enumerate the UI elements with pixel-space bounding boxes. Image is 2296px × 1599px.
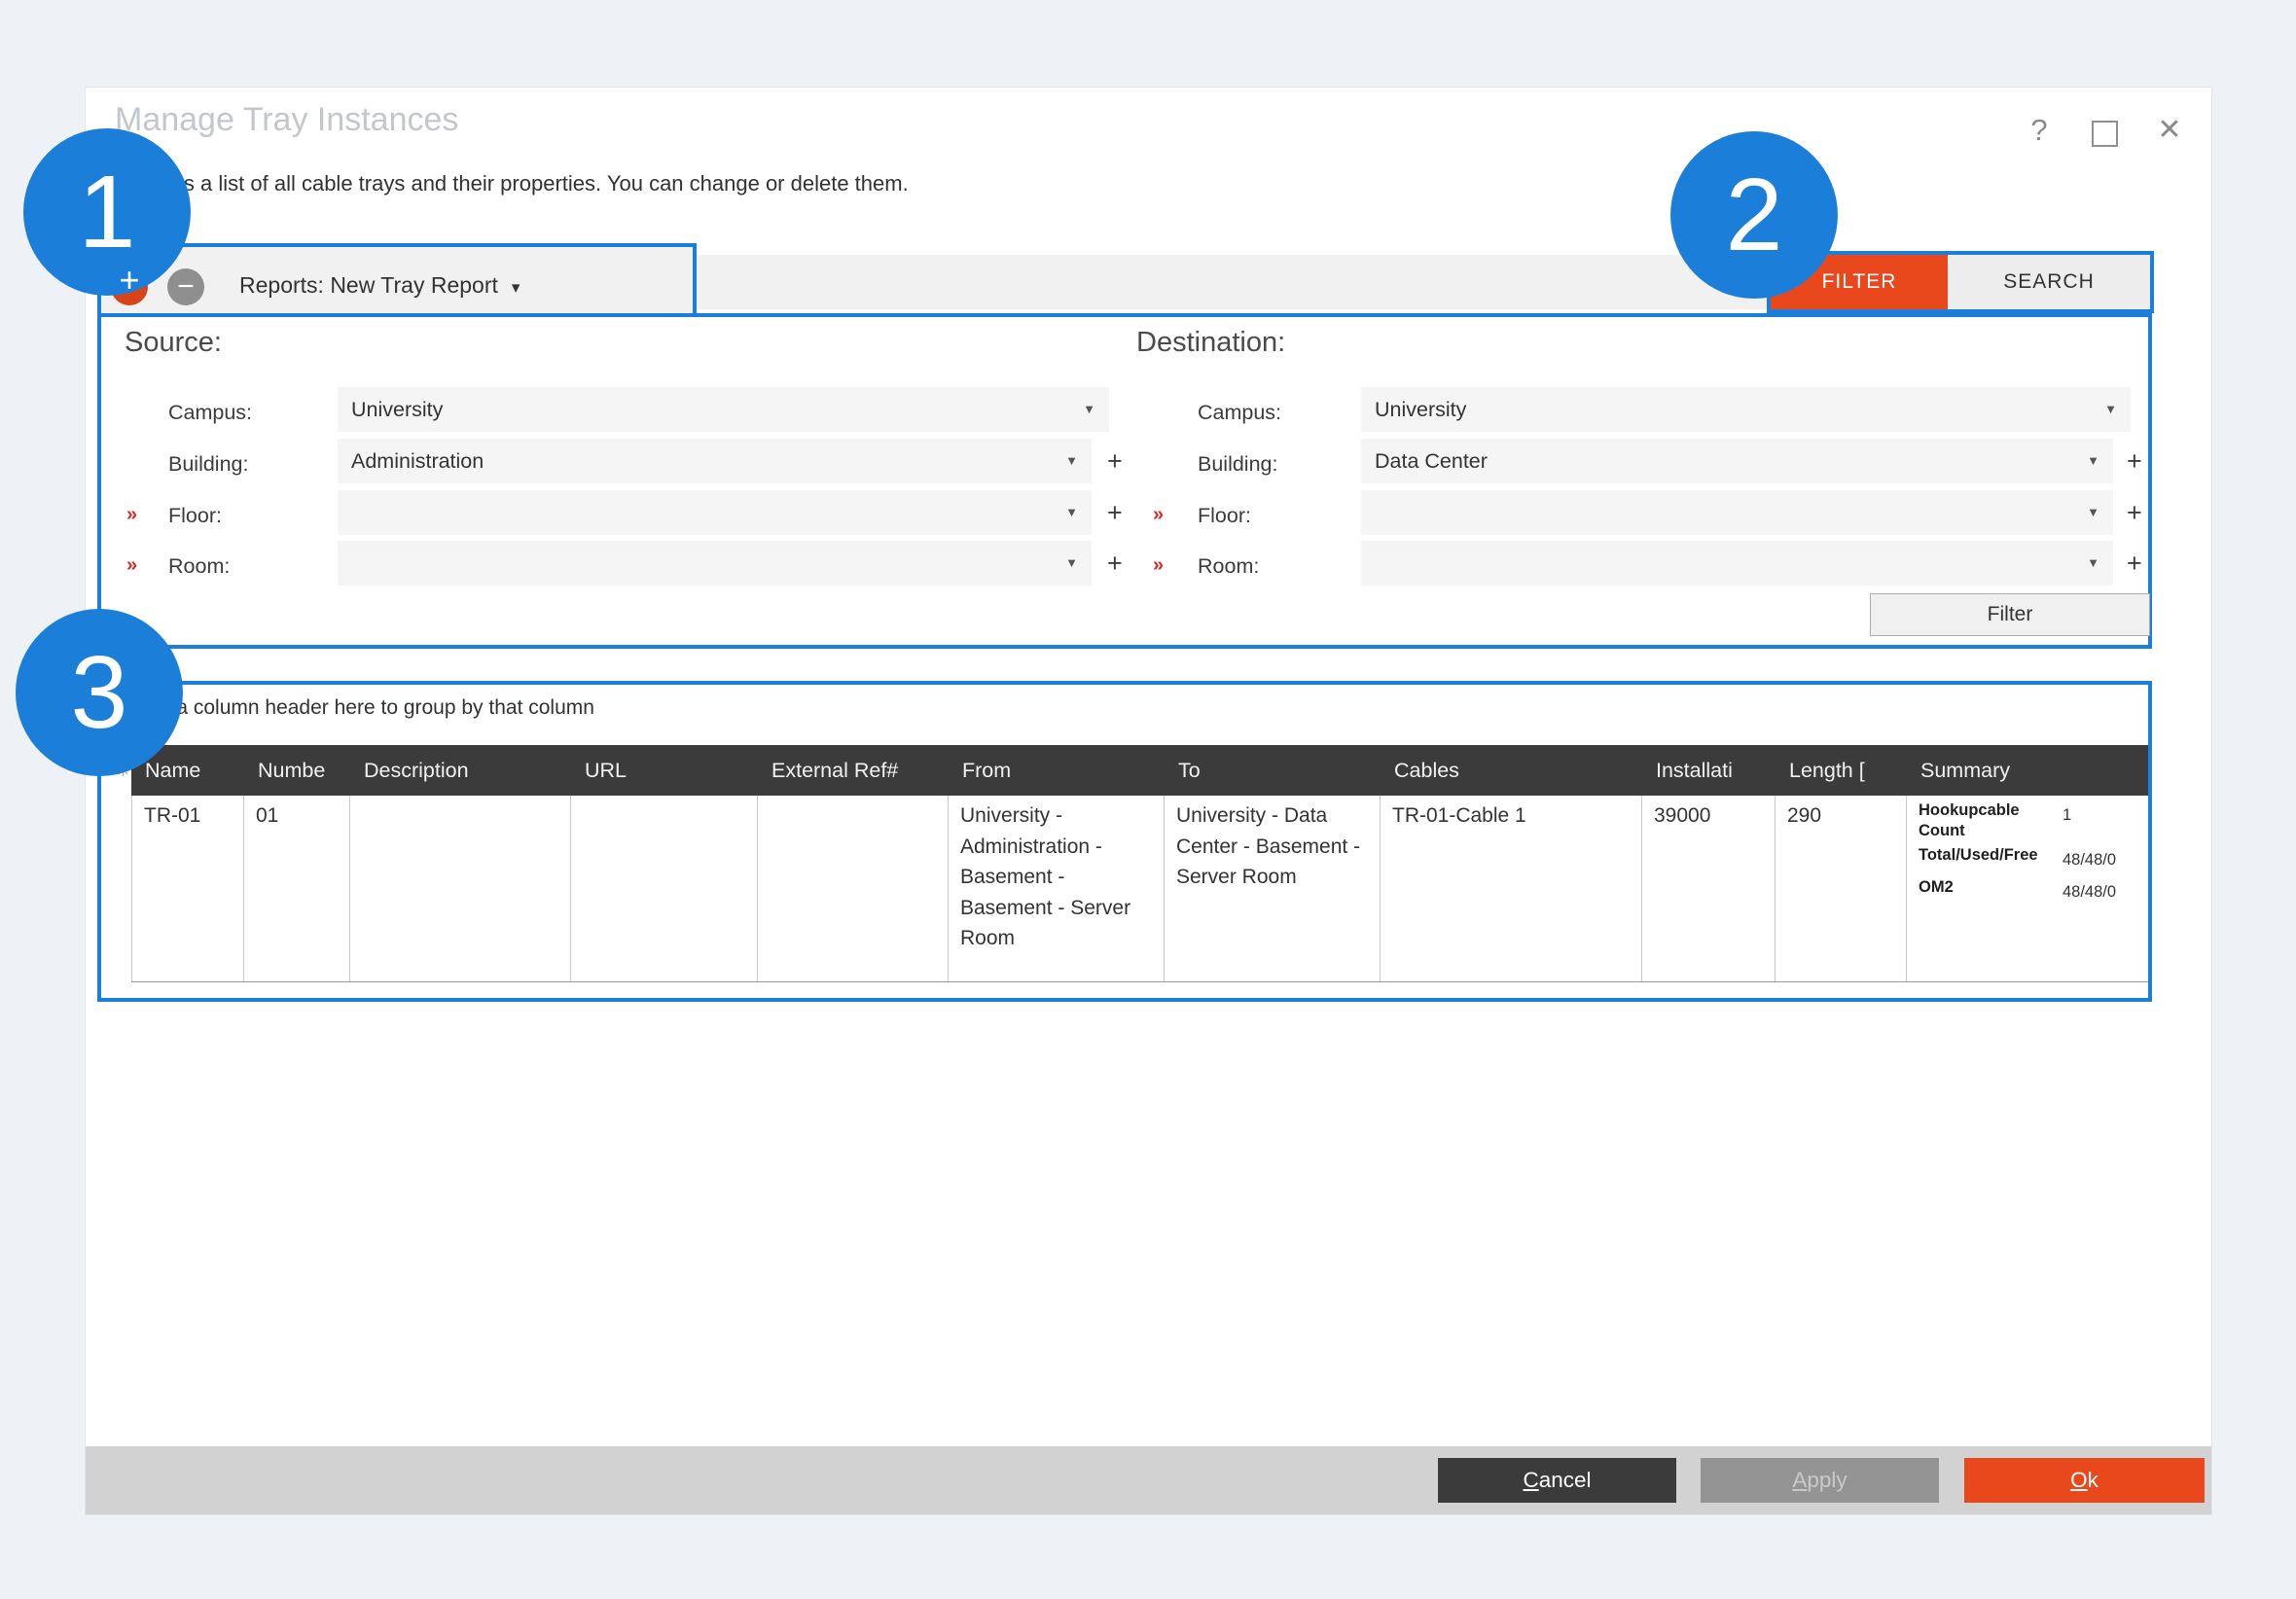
summary-label: Total/Used/Free xyxy=(1919,845,2063,872)
source-floor-select[interactable]: ▼ xyxy=(338,490,1092,535)
destination-building-value: Data Center xyxy=(1375,439,1488,483)
cell-name: TR-01 xyxy=(131,796,244,981)
table-header-row: Name Numbe Description URL External Ref#… xyxy=(131,745,2148,796)
remove-report-button[interactable]: − xyxy=(167,268,204,305)
dropdown-arrow-icon: ▼ xyxy=(2104,387,2117,432)
column-header-number[interactable]: Numbe xyxy=(244,745,350,796)
cell-cables: TR-01-Cable 1 xyxy=(1381,796,1642,981)
column-header-cables[interactable]: Cables xyxy=(1381,745,1642,796)
cell-summary: Hookupcable Count 1 Total/Used/Free 48/4… xyxy=(1907,796,2148,981)
add-report-plus-icon: + xyxy=(100,251,159,309)
apply-button[interactable]: Apply xyxy=(1701,1458,1939,1503)
destination-floor-label: Floor: xyxy=(1198,504,1251,528)
destination-heading: Destination: xyxy=(1136,327,1285,359)
dropdown-arrow-icon: ▼ xyxy=(2087,541,2099,586)
summary-value: 48/48/0 xyxy=(2063,845,2116,872)
summary-value: 1 xyxy=(2063,800,2071,840)
source-floor-label: Floor: xyxy=(168,504,222,528)
cell-description xyxy=(350,796,571,981)
mode-toggle-group: FILTER SEARCH xyxy=(1767,251,2154,313)
summary-line: OM2 48/48/0 xyxy=(1919,877,2138,905)
ok-button[interactable]: Ok xyxy=(1964,1458,2205,1503)
column-header-from[interactable]: From xyxy=(949,745,1165,796)
add-floor-icon[interactable]: + xyxy=(1107,490,1123,535)
tray-table-region: Drag a column header here to group by th… xyxy=(97,681,2152,1002)
dropdown-arrow-icon: ▼ xyxy=(1065,490,1078,535)
dropdown-arrow-icon: ▼ xyxy=(1083,387,1095,432)
summary-value: 48/48/0 xyxy=(2063,877,2116,905)
desktop-background: Manage Tray Instances ? ✕ Below is a lis… xyxy=(0,0,2296,1599)
add-floor-icon[interactable]: + xyxy=(2127,490,2142,535)
column-header-description[interactable]: Description xyxy=(350,745,571,796)
column-header-to[interactable]: To xyxy=(1165,745,1381,796)
cell-to: University - Data Center - Basement - Se… xyxy=(1165,796,1381,981)
source-campus-select[interactable]: University ▼ xyxy=(338,387,1109,432)
source-room-select[interactable]: ▼ xyxy=(338,541,1092,586)
column-header-summary[interactable]: Summary xyxy=(1907,745,2148,796)
search-mode-button[interactable]: SEARCH xyxy=(1948,255,2150,309)
cell-length: 290 xyxy=(1776,796,1907,981)
callout-badge-3: 3 xyxy=(16,609,183,776)
summary-label: Hookupcable Count xyxy=(1919,800,2063,840)
cell-url xyxy=(571,796,758,981)
dropdown-arrow-icon: ▼ xyxy=(1065,541,1078,586)
source-building-value: Administration xyxy=(351,439,484,483)
apply-filter-button[interactable]: Filter xyxy=(1870,593,2150,636)
required-marker-icon: » xyxy=(126,554,137,577)
dropdown-arrow-icon: ▼ xyxy=(1065,439,1078,483)
destination-campus-label: Campus: xyxy=(1198,401,1281,425)
cell-external-ref xyxy=(758,796,949,981)
dropdown-arrow-icon: ▼ xyxy=(2087,439,2099,483)
cell-from: University - Administration - Basement -… xyxy=(949,796,1165,981)
close-icon[interactable]: ✕ xyxy=(2150,113,2189,147)
help-icon[interactable]: ? xyxy=(2020,113,2059,148)
summary-label: OM2 xyxy=(1919,877,2063,905)
source-campus-value: University xyxy=(351,387,443,432)
destination-room-select[interactable]: ▼ xyxy=(1361,541,2113,586)
add-room-icon[interactable]: + xyxy=(1107,541,1123,586)
destination-building-select[interactable]: Data Center ▼ xyxy=(1361,439,2113,483)
column-header-url[interactable]: URL xyxy=(571,745,758,796)
group-by-drop-zone[interactable]: Drag a column header here to group by th… xyxy=(126,696,594,720)
dialog-subtitle: Below is a list of all cable trays and t… xyxy=(115,171,909,196)
summary-line: Hookupcable Count 1 xyxy=(1919,800,2138,840)
destination-campus-select[interactable]: University ▼ xyxy=(1361,387,2131,432)
filter-panel: Source: Destination: Campus: University … xyxy=(97,313,2152,649)
cancel-button[interactable]: Cancel xyxy=(1438,1458,1676,1503)
maximize-icon[interactable] xyxy=(2092,121,2118,147)
destination-room-label: Room: xyxy=(1198,554,1259,579)
destination-building-label: Building: xyxy=(1198,452,1277,477)
add-building-icon[interactable]: + xyxy=(2127,439,2142,483)
destination-floor-select[interactable]: ▼ xyxy=(1361,490,2113,535)
destination-campus-value: University xyxy=(1375,387,1466,432)
callout-badge-2: 2 xyxy=(1670,131,1838,299)
add-room-icon[interactable]: + xyxy=(2127,541,2142,586)
required-marker-icon: » xyxy=(126,504,137,526)
required-marker-icon: » xyxy=(1153,554,1164,577)
column-header-installation[interactable]: Installati xyxy=(1642,745,1776,796)
cell-installation: 39000 xyxy=(1642,796,1776,981)
column-header-external-ref[interactable]: External Ref# xyxy=(758,745,949,796)
dropdown-arrow-icon: ▼ xyxy=(2087,490,2099,535)
chevron-down-icon: ▾ xyxy=(512,278,520,297)
summary-line: Total/Used/Free 48/48/0 xyxy=(1919,845,2138,872)
source-building-select[interactable]: Administration ▼ xyxy=(338,439,1092,483)
source-heading: Source: xyxy=(125,327,222,359)
column-header-length[interactable]: Length [ xyxy=(1776,745,1907,796)
source-building-label: Building: xyxy=(168,452,248,477)
manage-tray-instances-dialog: Manage Tray Instances ? ✕ Below is a lis… xyxy=(86,88,2211,1514)
dialog-footer: Cancel Apply Ok xyxy=(86,1446,2211,1514)
report-selector-label: Reports: New Tray Report xyxy=(239,272,498,298)
dialog-title: Manage Tray Instances xyxy=(115,101,458,139)
table-row[interactable]: TR-01 01 University - Administration - B… xyxy=(131,796,2148,982)
add-building-icon[interactable]: + xyxy=(1107,439,1123,483)
report-selector[interactable]: Reports: New Tray Report ▾ xyxy=(239,272,520,299)
cell-number: 01 xyxy=(244,796,350,981)
source-campus-label: Campus: xyxy=(168,401,252,425)
required-marker-icon: » xyxy=(1153,504,1164,526)
source-room-label: Room: xyxy=(168,554,230,579)
